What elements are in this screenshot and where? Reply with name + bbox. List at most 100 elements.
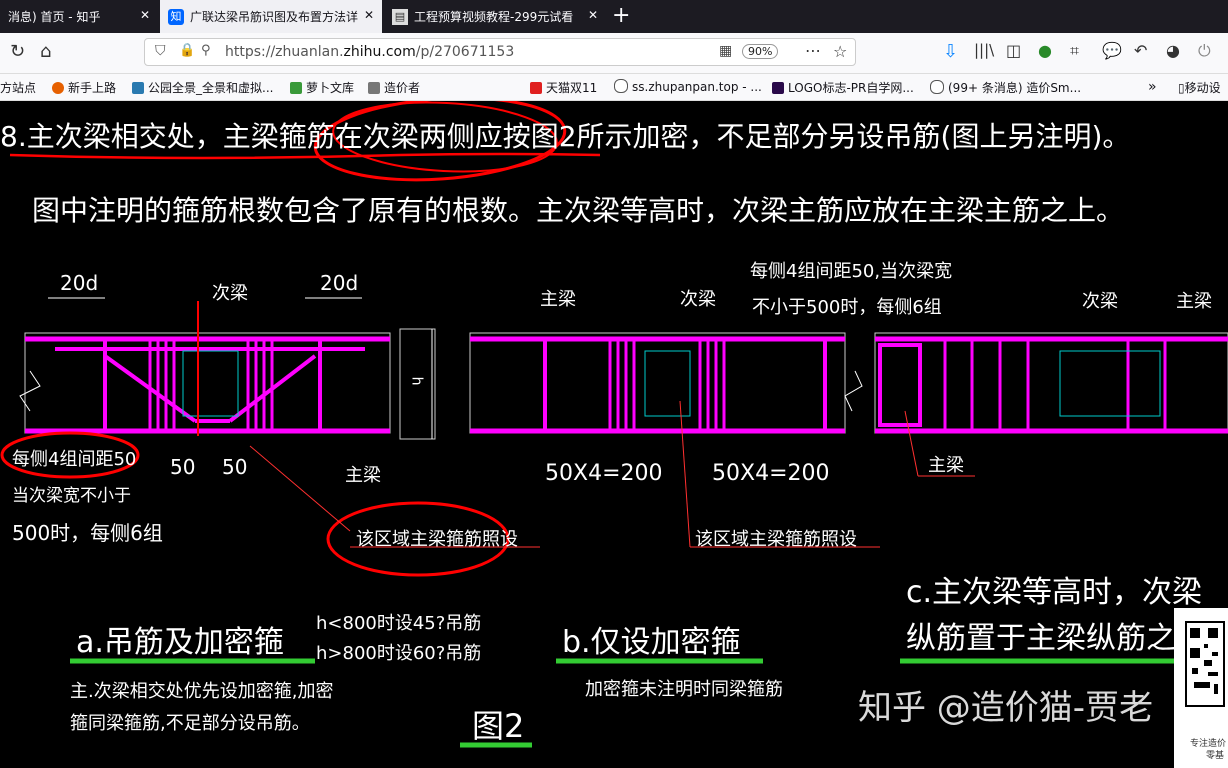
bookmark-item[interactable]: ss.zhupanpan.top - ...	[614, 79, 762, 94]
url-prefix: https://zhuanlan.	[225, 44, 344, 60]
qr-code-panel: 专注造价 零基	[1174, 608, 1228, 768]
screenshot-icon[interactable]: ⌗	[1070, 41, 1079, 61]
bookmark-item[interactable]: (99+ 条消息) 造价Sm...	[930, 79, 1081, 96]
url-path: /p/270671153	[415, 44, 515, 60]
home-icon[interactable]: ⌂	[40, 41, 51, 62]
dim-label: 20d	[60, 271, 99, 295]
page-favicon-icon: ▤	[392, 8, 408, 25]
caption-c-line2: 纵筋置于主梁纵筋之上	[906, 621, 1206, 656]
more-actions-icon[interactable]: ⋯	[805, 41, 821, 60]
member-label: 次梁	[1082, 291, 1118, 312]
qr-code-icon[interactable]: ▦	[719, 43, 732, 59]
bookmark-favicon-icon	[290, 82, 302, 94]
pr-icon	[772, 82, 784, 94]
mobile-icon: ▯	[1178, 81, 1185, 95]
drawing-note: 该区域主梁箍筋照设	[356, 529, 518, 550]
qr-caption: 零基	[1206, 751, 1225, 761]
member-label: 主梁	[345, 465, 381, 486]
power-icon[interactable]: ⏻	[1198, 41, 1211, 61]
undo-icon[interactable]: ↶	[1134, 41, 1147, 60]
tab-label: 广联达梁吊筋识图及布置方法详	[190, 10, 359, 24]
drawing-note: 当次梁宽不小于	[12, 486, 131, 506]
member-label: 次梁	[680, 289, 716, 310]
detail-a-beam	[19, 297, 391, 436]
bookmark-label: 新手上路	[68, 81, 117, 95]
tab-label: 消息) 首页 - 知乎	[8, 10, 101, 24]
drawing-note: h>800时设60?吊筋	[316, 643, 482, 664]
chat-icon[interactable]: 💬	[1102, 41, 1122, 60]
url-text[interactable]: https://zhuanlan.zhihu.com/p/270671153	[225, 44, 514, 60]
drawing-note: 不小于500时，每侧6组	[752, 297, 942, 318]
detail-c-beam	[874, 332, 1228, 434]
drawing-heading-1: 8.主次梁相交处，主梁箍筋在次梁两侧应按图2所示加密，不足部分另设吊筋(图上另注…	[0, 120, 1131, 153]
url-bar[interactable]: ⛉ 🔒 ⚲ https://zhuanlan.zhihu.com/p/27067…	[144, 38, 856, 66]
drawing-note: 主.次梁相交处优先设加密箍,加密	[70, 681, 334, 702]
dim-label: 50	[222, 455, 248, 479]
bookmark-item[interactable]: ▯移动设	[1178, 79, 1221, 96]
drawing-note: 加密箍未注明时同梁箍筋	[585, 679, 783, 700]
sidebar-icon[interactable]: ◫	[1006, 41, 1021, 60]
article-image: 8.主次梁相交处，主梁箍筋在次梁两侧应按图2所示加密，不足部分另设吊筋(图上另注…	[0, 101, 1228, 768]
tab-video-course[interactable]: ▤ 工程预算视频教程-299元试看 ✕	[384, 0, 606, 33]
caption-a: a.吊筋及加密箍	[76, 625, 284, 660]
zoom-level[interactable]: 90%	[742, 44, 779, 59]
bookmark-item[interactable]: 造价者	[368, 79, 420, 96]
lock-icon[interactable]: 🔒	[179, 43, 195, 58]
tab-zhihu-home[interactable]: 消息) 首页 - 知乎 ✕	[0, 0, 158, 33]
bookmark-label: 萝卜文库	[306, 81, 355, 95]
bookmark-label: 公园全景_全景和虚拟...	[148, 81, 274, 95]
figure-label: 图2	[472, 707, 525, 745]
bookmark-label: (99+ 条消息) 造价Sm...	[948, 81, 1082, 95]
globe-icon	[930, 80, 944, 94]
close-tab-icon[interactable]: ✕	[588, 8, 598, 22]
close-tab-icon[interactable]: ✕	[140, 8, 150, 22]
firefox-icon	[52, 82, 64, 94]
library-icon[interactable]: |||\	[974, 41, 994, 59]
extension-icon[interactable]: ◕	[1166, 41, 1180, 60]
dim-label: 50X4=200	[712, 461, 830, 486]
reload-icon[interactable]: ↻	[10, 41, 25, 62]
permissions-icon[interactable]: ⚲	[201, 43, 211, 58]
drawing-note: 箍同梁箍筋,不足部分设吊筋。	[70, 713, 310, 734]
bookmark-star-icon[interactable]: ☆	[833, 42, 847, 61]
globe-icon	[614, 79, 628, 93]
new-tab-button[interactable]: +	[612, 3, 630, 28]
tab-label: 工程预算视频教程-299元试看	[414, 10, 574, 24]
tmall-icon	[530, 82, 542, 94]
dim-label: 20d	[320, 271, 359, 295]
bookmark-item[interactable]: 新手上路	[52, 79, 116, 96]
detail-b-beam	[469, 332, 863, 434]
close-tab-icon[interactable]: ✕	[364, 8, 374, 22]
url-domain: zhihu.com	[343, 44, 416, 60]
bookmark-item[interactable]: 萝卜文库	[290, 79, 354, 96]
member-label: 主梁	[540, 289, 576, 310]
download-icon[interactable]: ⇩	[943, 41, 958, 62]
bookmark-item[interactable]: 方站点	[0, 79, 36, 96]
bookmark-label: LOGO标志-PR自学网...	[788, 81, 914, 95]
dim-label: 50X4=200	[545, 461, 663, 486]
bookmark-item[interactable]: LOGO标志-PR自学网...	[772, 79, 914, 96]
tab-article[interactable]: 知 广联达梁吊筋识图及布置方法详 ✕	[160, 0, 382, 33]
more-bookmarks-icon[interactable]: »	[1148, 79, 1157, 95]
tab-bar: 消息) 首页 - 知乎 ✕ 知 广联达梁吊筋识图及布置方法详 ✕ ▤ 工程预算视…	[0, 0, 1228, 33]
drawing-note: 500时，每侧6组	[12, 521, 163, 545]
drawing-note: 每侧4组间距50	[12, 449, 137, 470]
qr-code-icon	[1185, 621, 1225, 707]
drawing-note: 每侧4组间距50,当次梁宽	[750, 261, 953, 282]
bookmark-favicon-icon	[368, 82, 380, 94]
bookmark-label: 移动设	[1184, 81, 1221, 95]
zhihu-watermark: 知乎 @造价猫-贾老	[858, 688, 1154, 728]
shield-icon[interactable]: ⛉	[155, 43, 166, 59]
dim-label: 50	[170, 455, 196, 479]
member-label: 主梁	[1176, 291, 1212, 312]
nav-bar: ↻ ⌂ ⛉ 🔒 ⚲ https://zhuanlan.zhihu.com/p/2…	[0, 33, 1228, 74]
extension-globe-icon[interactable]: ●	[1038, 41, 1052, 60]
caption-c-line1: c.主次梁等高时，次梁	[906, 575, 1203, 610]
bookmark-item[interactable]: 公园全景_全景和虚拟...	[132, 79, 273, 96]
bookmarks-bar: 方站点 新手上路 公园全景_全景和虚拟... 萝卜文库 造价者 天猫双11 ss…	[0, 74, 1228, 101]
dim-label: h	[408, 376, 425, 386]
drawing-heading-2: 图中注明的箍筋根数包含了原有的根数。主次梁等高时，次梁主筋应放在主梁主筋之上。	[32, 194, 1125, 227]
member-label: 次梁	[212, 283, 248, 304]
bookmark-item[interactable]: 天猫双11	[530, 79, 597, 96]
bookmark-label: 造价者	[384, 81, 421, 95]
